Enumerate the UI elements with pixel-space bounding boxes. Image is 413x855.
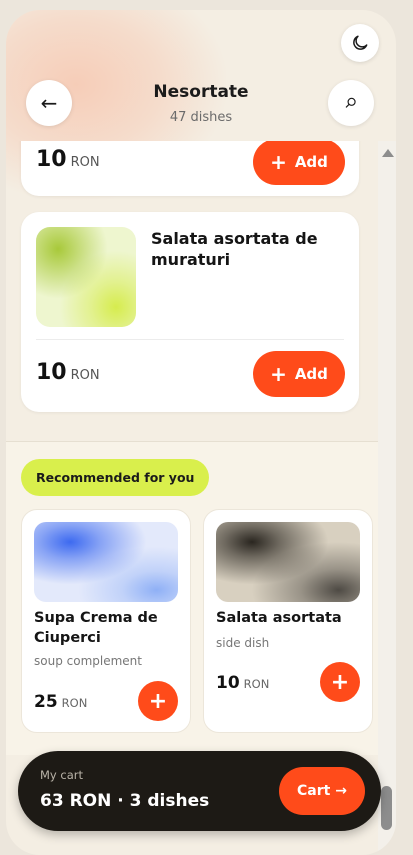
add-button[interactable]: + (138, 681, 178, 721)
scrollbar-thumb[interactable] (381, 786, 392, 830)
dish-card[interactable]: Salata asortata de muraturi 10 RON + Add (21, 212, 359, 412)
plus-icon: + (148, 688, 168, 714)
scroll-up-icon[interactable] (382, 149, 394, 157)
search-icon (345, 97, 356, 108)
plus-icon: + (270, 362, 287, 386)
dish-image (36, 227, 136, 327)
add-button[interactable]: + Add (253, 351, 345, 397)
plus-icon: + (270, 150, 287, 174)
dish-category: soup complement (34, 654, 142, 668)
divider (36, 339, 344, 340)
recommended-section: Recommended for you Supa Crema de Ciuper… (6, 441, 378, 755)
scrollbar[interactable] (378, 141, 396, 855)
theme-toggle-button[interactable] (341, 24, 379, 62)
recommended-card[interactable]: Supa Crema de Ciuperci soup complement 2… (21, 509, 191, 733)
app-screen: ← Nesortate 47 dishes 10 RON + Add Salat… (6, 10, 396, 855)
dish-price: 10 RON (216, 673, 270, 693)
dish-name: Salata asortata de muraturi (151, 229, 318, 269)
cart-summary: 63 RON · 3 dishes (40, 791, 210, 811)
cart-bar[interactable]: My cart 63 RON · 3 dishes Cart → (18, 751, 381, 831)
cart-button[interactable]: Cart → (279, 767, 365, 815)
dish-image (34, 522, 178, 602)
cart-label: My cart (40, 768, 83, 782)
dish-card[interactable]: 10 RON + Add (21, 141, 359, 196)
search-button[interactable] (328, 80, 374, 126)
dish-image (216, 522, 360, 602)
plus-icon: + (330, 669, 350, 695)
dish-price: 10 RON (36, 360, 100, 385)
dish-price: 10 RON (36, 147, 100, 172)
dish-name: Salata asortata (216, 610, 342, 626)
dish-price: 25 RON (34, 692, 88, 712)
recommended-card[interactable]: Salata asortata side dish 10 RON + (203, 509, 373, 733)
recommended-heading: Recommended for you (21, 459, 210, 496)
moon-icon (353, 35, 368, 50)
add-button[interactable]: + (320, 662, 360, 702)
add-button[interactable]: + Add (253, 141, 345, 185)
dish-list[interactable]: 10 RON + Add Salata asortata de muraturi… (6, 141, 378, 855)
dish-name: Supa Crema de Ciuperci (34, 610, 158, 646)
dish-category: side dish (216, 636, 270, 650)
